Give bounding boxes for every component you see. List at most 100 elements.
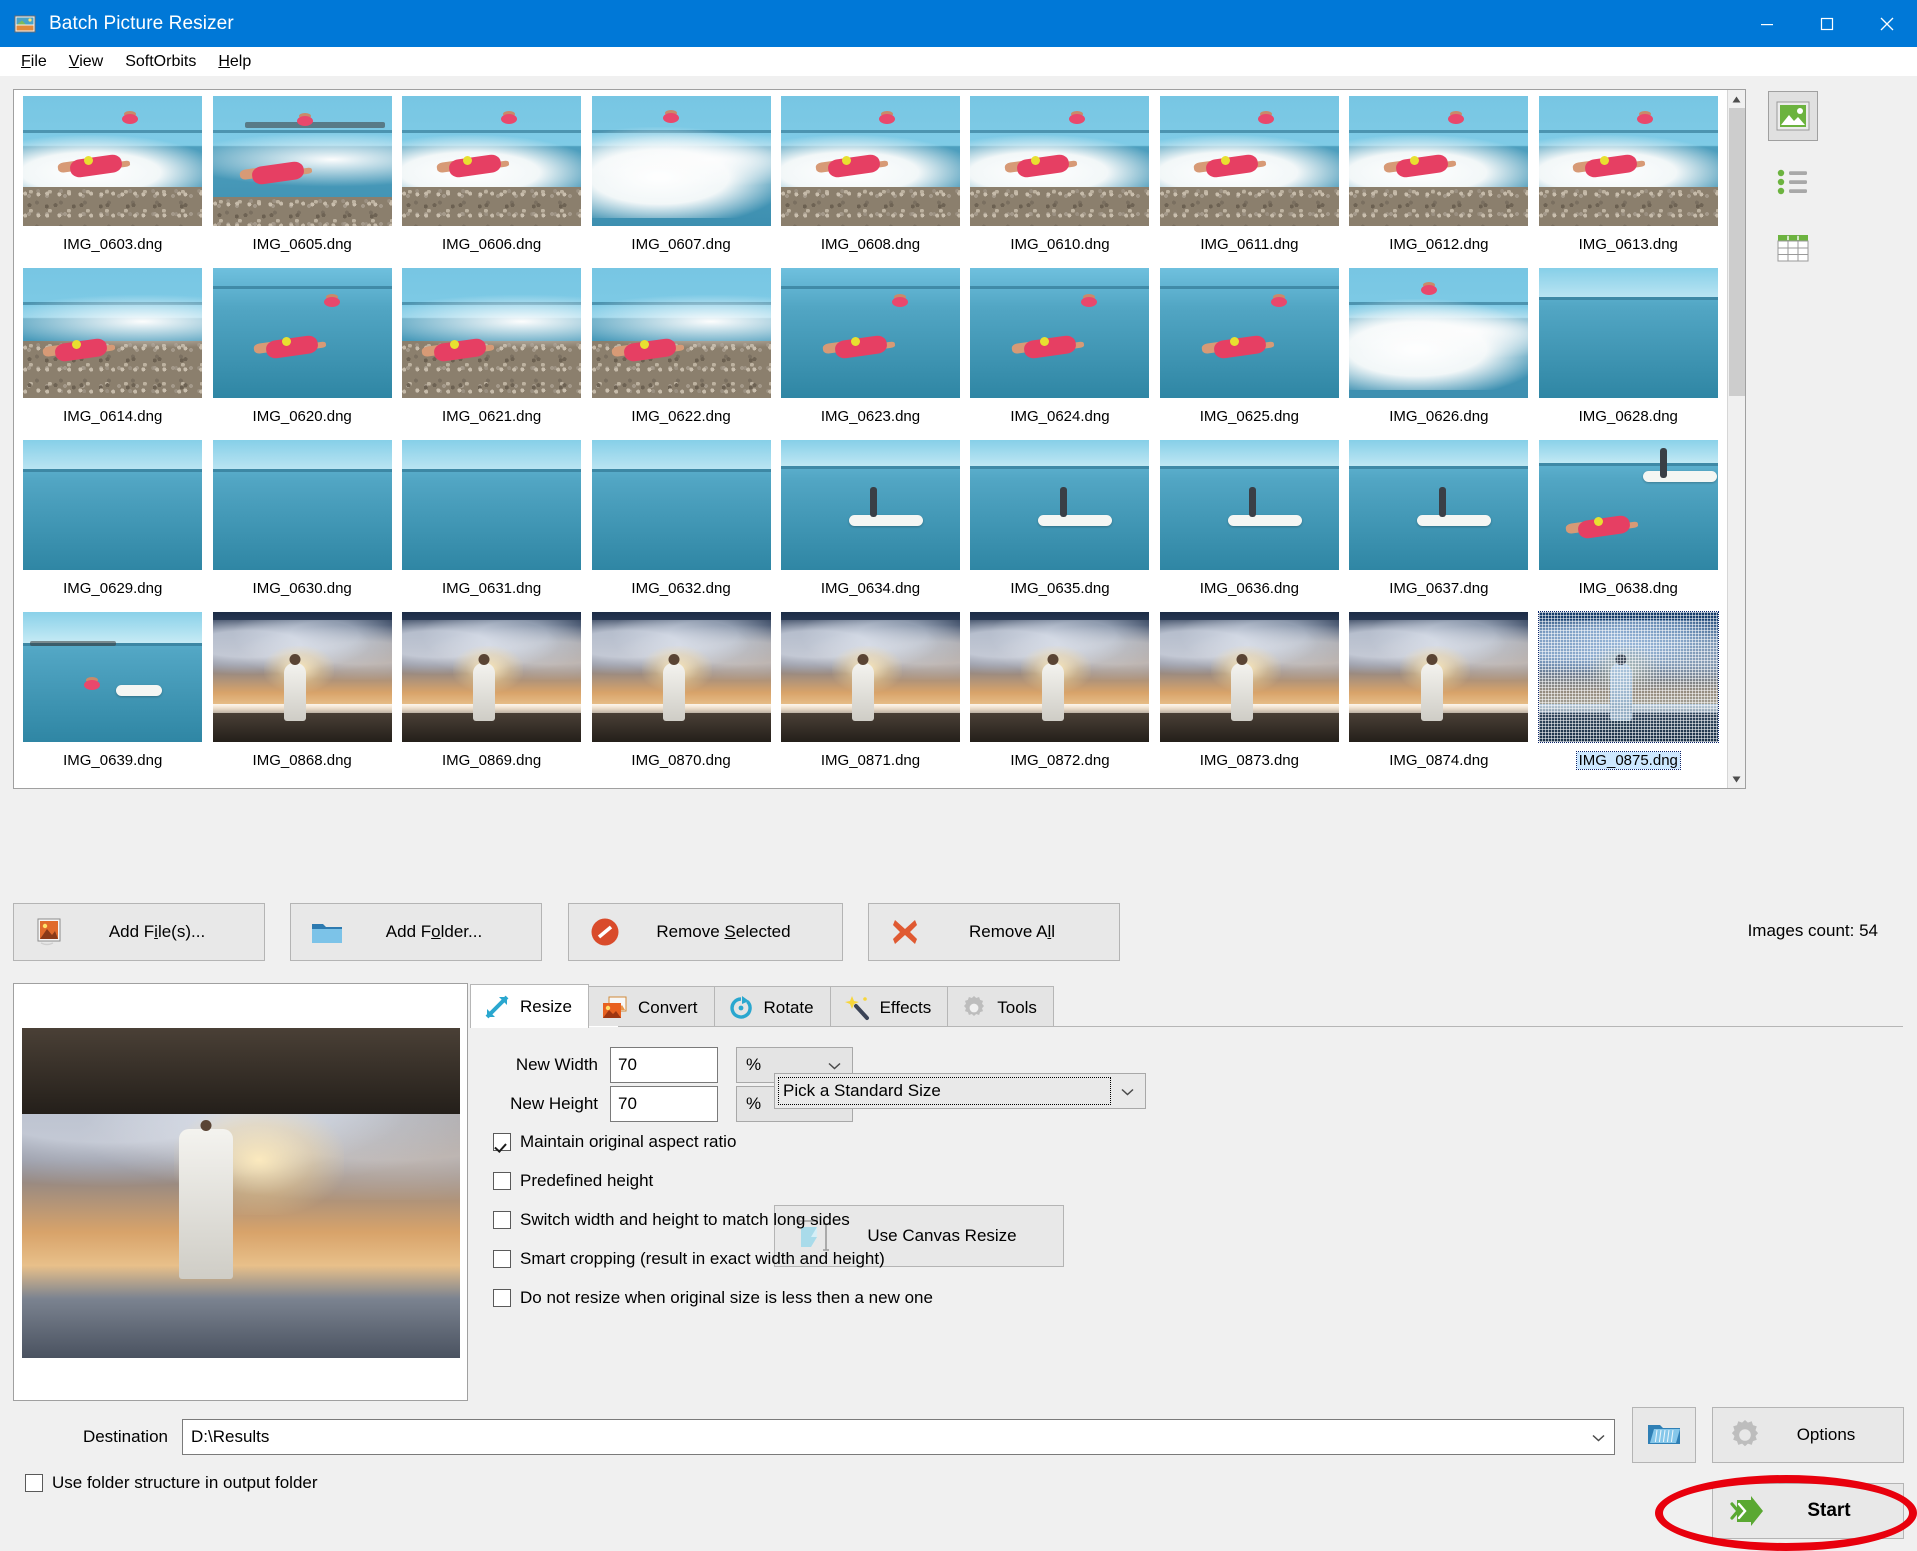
tab-rotate[interactable]: Rotate <box>714 986 831 1028</box>
close-button[interactable] <box>1857 0 1917 47</box>
thumbnail-image[interactable] <box>23 268 202 398</box>
switch-width-height-checkbox[interactable]: Switch width and height to match long si… <box>493 1210 850 1230</box>
thumbnail-item[interactable]: IMG_0623.dng <box>776 268 965 440</box>
thumbnail-item[interactable]: IMG_0614.dng <box>18 268 207 440</box>
tab-convert[interactable]: Convert <box>588 986 715 1028</box>
thumbnail-image[interactable] <box>970 268 1149 398</box>
tab-effects[interactable]: Effects <box>830 986 949 1028</box>
thumbnail-item[interactable]: IMG_0869.dng <box>397 612 586 784</box>
thumbnail-item[interactable]: IMG_0624.dng <box>965 268 1154 440</box>
list-view-button[interactable] <box>1768 157 1818 207</box>
thumbnail-image[interactable] <box>1539 96 1718 226</box>
thumbnail-image[interactable] <box>1539 440 1718 570</box>
thumbnail-image[interactable] <box>1349 268 1528 398</box>
scroll-up-arrow[interactable] <box>1728 90 1746 108</box>
thumbnail-item[interactable]: IMG_0629.dng <box>18 440 207 612</box>
tab-tools[interactable]: Tools <box>947 986 1054 1028</box>
thumbnail-item[interactable]: IMG_0635.dng <box>965 440 1154 612</box>
thumbnail-item[interactable]: IMG_0606.dng <box>397 96 586 268</box>
thumbnail-image[interactable] <box>213 268 392 398</box>
thumbnail-image[interactable] <box>1539 612 1718 742</box>
tab-resize[interactable]: Resize <box>470 984 589 1028</box>
thumbnail-item[interactable]: IMG_0608.dng <box>776 96 965 268</box>
no-upscale-checkbox[interactable]: Do not resize when original size is less… <box>493 1288 933 1308</box>
thumbnail-view-button[interactable] <box>1768 91 1818 141</box>
thumbnail-item[interactable]: IMG_0632.dng <box>586 440 775 612</box>
thumbnail-image[interactable] <box>23 96 202 226</box>
thumbnail-item[interactable]: IMG_0610.dng <box>965 96 1154 268</box>
thumbnail-image[interactable] <box>970 612 1149 742</box>
thumbnail-item[interactable]: IMG_0612.dng <box>1344 96 1533 268</box>
thumbnail-image[interactable] <box>592 96 771 226</box>
menu-help[interactable]: Help <box>207 50 262 74</box>
thumbnail-item[interactable]: IMG_0605.dng <box>207 96 396 268</box>
thumbnail-image[interactable] <box>23 612 202 742</box>
remove-selected-button[interactable]: Remove Selected <box>568 903 843 961</box>
thumbnail-item[interactable]: IMG_0868.dng <box>207 612 396 784</box>
thumbnail-image[interactable] <box>213 440 392 570</box>
thumbnail-image[interactable] <box>1539 268 1718 398</box>
scroll-thumb[interactable] <box>1729 108 1745 396</box>
thumbnail-item[interactable]: IMG_0607.dng <box>586 96 775 268</box>
thumbnail-item[interactable]: IMG_0637.dng <box>1344 440 1533 612</box>
thumbnail-item[interactable]: IMG_0873.dng <box>1155 612 1344 784</box>
thumbnail-image[interactable] <box>1160 96 1339 226</box>
thumbnail-image[interactable] <box>592 612 771 742</box>
thumbnail-item[interactable]: IMG_0603.dng <box>18 96 207 268</box>
thumbnail-image[interactable] <box>1349 96 1528 226</box>
thumbnail-item[interactable]: IMG_0874.dng <box>1344 612 1533 784</box>
thumbnail-item[interactable]: IMG_0636.dng <box>1155 440 1344 612</box>
thumbnail-item[interactable]: IMG_0638.dng <box>1534 440 1723 612</box>
thumbnail-image[interactable] <box>1160 440 1339 570</box>
thumbnail-item[interactable]: IMG_0639.dng <box>18 612 207 784</box>
new-width-input[interactable]: 70 <box>610 1047 718 1083</box>
standard-size-select[interactable]: Pick a Standard Size <box>774 1073 1146 1109</box>
browse-destination-button[interactable] <box>1632 1407 1696 1463</box>
thumbnail-item[interactable]: IMG_0613.dng <box>1534 96 1723 268</box>
minimize-button[interactable] <box>1737 0 1797 47</box>
thumbnail-item[interactable]: IMG_0622.dng <box>586 268 775 440</box>
add-files-button[interactable]: Add File(s)... <box>13 903 265 961</box>
thumbnail-item[interactable]: IMG_0871.dng <box>776 612 965 784</box>
scroll-track[interactable] <box>1728 108 1746 770</box>
menu-file[interactable]: File <box>10 50 58 74</box>
maximize-button[interactable] <box>1797 0 1857 47</box>
details-view-button[interactable] <box>1768 223 1818 273</box>
thumbnail-image[interactable] <box>402 268 581 398</box>
start-button[interactable]: Start <box>1712 1483 1904 1539</box>
predefined-height-checkbox[interactable]: Predefined height <box>493 1171 653 1191</box>
menu-softorbits[interactable]: SoftOrbits <box>114 50 207 74</box>
thumbnail-item[interactable]: IMG_0625.dng <box>1155 268 1344 440</box>
thumbnail-item[interactable]: IMG_0870.dng <box>586 612 775 784</box>
thumbnail-item[interactable]: IMG_0630.dng <box>207 440 396 612</box>
new-height-input[interactable]: 70 <box>610 1086 718 1122</box>
add-folder-button[interactable]: Add Folder... <box>290 903 542 961</box>
thumbnail-image[interactable] <box>781 96 960 226</box>
thumbnail-image[interactable] <box>1349 440 1528 570</box>
thumbnail-item[interactable]: IMG_0875.dng <box>1534 612 1723 784</box>
thumbnail-scrollbar[interactable] <box>1727 90 1745 788</box>
thumbnail-image[interactable] <box>970 440 1149 570</box>
thumbnail-item[interactable]: IMG_0872.dng <box>965 612 1154 784</box>
thumbnail-image[interactable] <box>23 440 202 570</box>
thumbnail-image[interactable] <box>781 612 960 742</box>
thumbnail-item[interactable]: IMG_0621.dng <box>397 268 586 440</box>
thumbnail-item[interactable]: IMG_0631.dng <box>397 440 586 612</box>
destination-input[interactable]: D:\Results <box>182 1419 1615 1455</box>
thumbnail-image[interactable] <box>213 96 392 226</box>
thumbnail-image[interactable] <box>213 612 392 742</box>
thumbnail-item[interactable]: IMG_0620.dng <box>207 268 396 440</box>
thumbnail-image[interactable] <box>781 440 960 570</box>
smart-cropping-checkbox[interactable]: Smart cropping (result in exact width an… <box>493 1249 885 1269</box>
thumbnail-image[interactable] <box>592 440 771 570</box>
thumbnail-item[interactable]: IMG_0611.dng <box>1155 96 1344 268</box>
thumbnail-image[interactable] <box>1349 612 1528 742</box>
maintain-aspect-ratio-checkbox[interactable]: Maintain original aspect ratio <box>493 1132 736 1152</box>
thumbnail-image[interactable] <box>1160 268 1339 398</box>
thumbnail-image[interactable] <box>1160 612 1339 742</box>
thumbnail-image[interactable] <box>402 612 581 742</box>
remove-all-button[interactable]: Remove All <box>868 903 1120 961</box>
thumbnail-item[interactable]: IMG_0626.dng <box>1344 268 1533 440</box>
thumbnail-image[interactable] <box>970 96 1149 226</box>
thumbnail-image[interactable] <box>592 268 771 398</box>
